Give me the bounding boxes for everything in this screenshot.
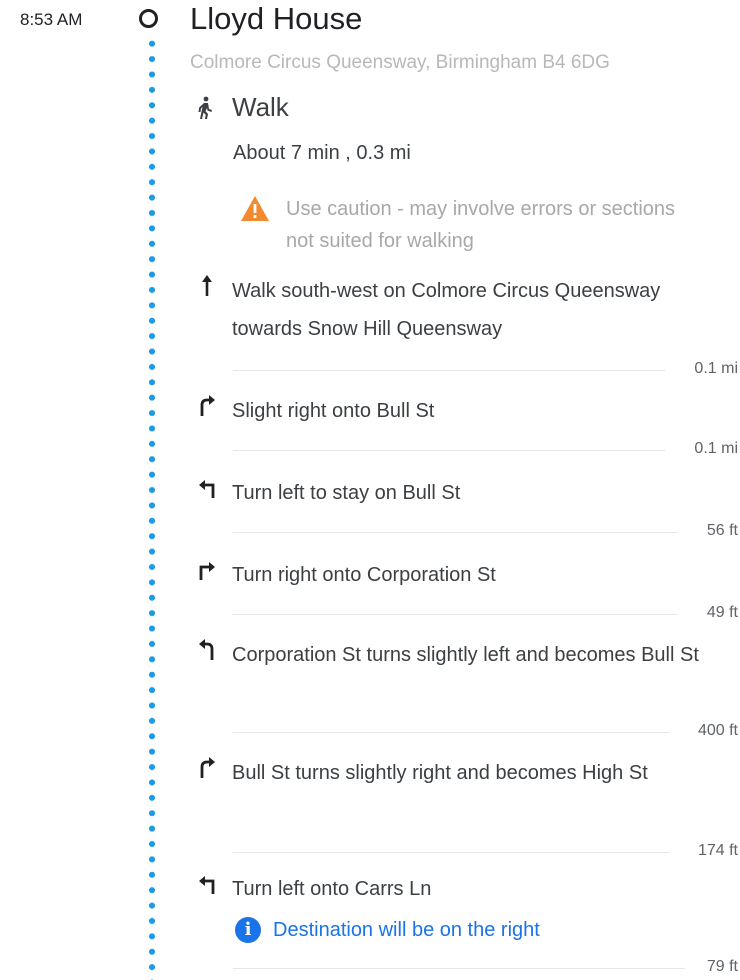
step-instruction: Walk south-west on Colmore Circus Queens… [232,280,661,340]
step-item[interactable]: Slight right onto Bull St [196,392,722,430]
slight-right-icon [200,757,215,778]
slight-left-icon [199,639,214,660]
step-divider [233,450,665,451]
route-dotted-line [148,36,156,980]
step-instruction: Turn left onto Carrs Ln [232,878,432,900]
segment-summary: About 7 min , 0.3 mi [233,142,411,164]
step-divider [233,852,669,853]
slight-right-icon [200,395,215,416]
mode-row[interactable]: Walk [196,92,289,123]
step-instruction: Bull St turns slightly right and becomes… [232,762,648,784]
info-icon: i [235,917,261,943]
step-distance: 174 ft [697,842,738,859]
turn-right-icon [199,562,215,580]
step-instruction: Turn right onto Corporation St [232,564,496,586]
arrow-up-icon [202,275,212,296]
step-divider [233,532,677,533]
step-distance: 400 ft [697,722,738,739]
destination-note: i Destination will be on the right [235,917,540,943]
step-distance: 56 ft [706,522,738,539]
caution-warning: Use caution - may involve errors or sect… [240,193,706,257]
step-divider [233,732,669,733]
warning-text: Use caution - may involve errors or sect… [286,198,676,252]
step-distance-row: 79 ft [233,958,738,978]
step-distance-row: 0.1 mi [233,360,738,380]
place-title[interactable]: Lloyd House [190,1,362,37]
step-instruction: Slight right onto Bull St [232,400,435,422]
step-distance: 0.1 mi [694,360,738,377]
step-distance: 49 ft [706,604,738,621]
place-address: Colmore Circus Queensway, Birmingham B4 … [190,52,610,73]
turn-left-icon [199,876,215,894]
step-instruction: Turn left to stay on Bull St [232,482,461,504]
step-distance: 79 ft [706,958,738,975]
step-divider [233,370,665,371]
note-text: Destination will be on the right [273,918,540,941]
step-distance-row: 56 ft [233,522,738,542]
departure-time: 8:53 AM [20,10,83,29]
walk-icon [198,96,212,119]
origin-marker-icon [139,9,158,28]
step-instruction: Corporation St turns slightly left and b… [232,644,699,666]
step-item[interactable]: Turn left onto Carrs Ln [196,870,722,908]
step-item[interactable]: Turn right onto Corporation St [196,556,722,594]
warning-icon [241,196,269,221]
step-divider [233,614,677,615]
step-distance: 0.1 mi [694,440,738,457]
step-item[interactable]: Walk south-west on Colmore Circus Queens… [196,272,722,348]
step-item[interactable]: Bull St turns slightly right and becomes… [196,754,722,792]
step-item[interactable]: Corporation St turns slightly left and b… [196,636,722,674]
step-distance-row: 400 ft [233,722,738,742]
step-distance-row: 0.1 mi [233,440,738,460]
step-item[interactable]: Turn left to stay on Bull St [196,474,722,512]
turn-left-icon [199,480,215,498]
mode-label: Walk [232,92,289,122]
step-divider [233,968,685,969]
step-distance-row: 174 ft [233,842,738,862]
step-distance-row: 49 ft [233,604,738,624]
